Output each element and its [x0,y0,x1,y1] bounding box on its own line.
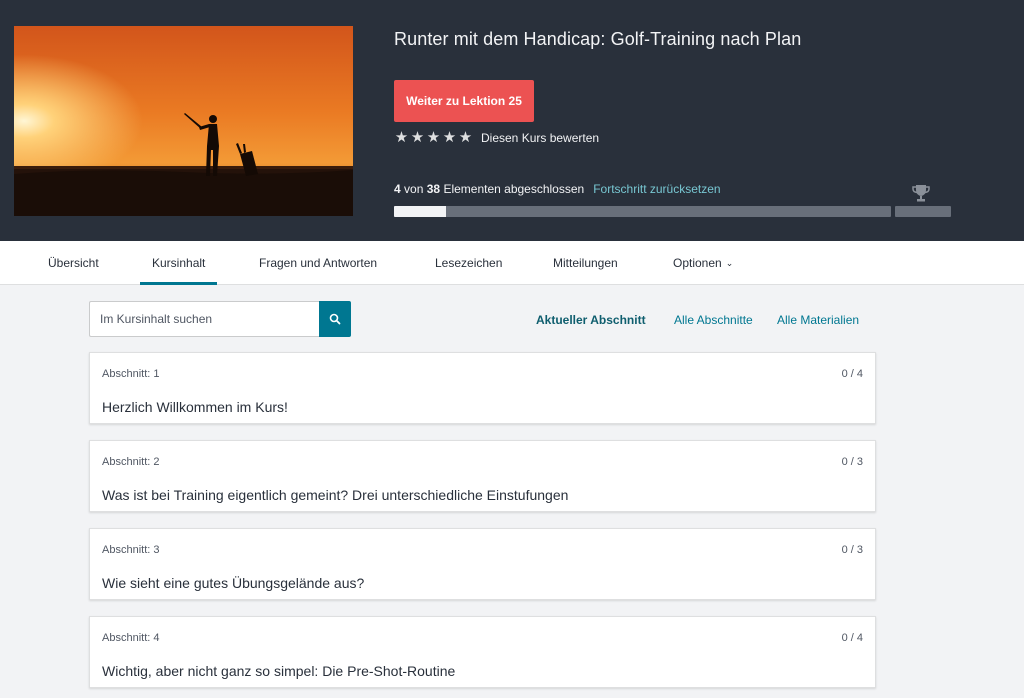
tab-questions-answers[interactable]: Fragen und Antworten [247,241,389,285]
section-card[interactable]: Abschnitt: 3 0 / 3 Wie sieht eine gutes … [89,528,876,600]
progress-count: 4 von 38 Elementen abgeschlossen [394,182,585,196]
continue-lesson-button[interactable]: Weiter zu Lektion 25 [394,80,534,122]
tab-announcements[interactable]: Mitteilungen [541,241,630,285]
reset-progress-link[interactable]: Fortschritt zurücksetzen [593,182,720,196]
search-icon [329,313,341,325]
section-progress-count: 0 / 3 [841,544,863,556]
search-button[interactable] [319,301,351,337]
star-icon[interactable]: ★ [458,129,473,147]
section-number: Abschnitt: 4 [102,632,160,644]
section-number: Abschnitt: 2 [102,456,160,468]
tab-options-label: Optionen [673,256,722,270]
star-icon[interactable]: ★ [394,129,409,147]
filter-all-sections[interactable]: Alle Abschnitte [674,313,753,327]
progress-bar [394,206,891,217]
section-card[interactable]: Abschnitt: 2 0 / 3 Was ist bei Training … [89,440,876,512]
content-search [89,301,351,337]
section-progress-count: 0 / 4 [841,368,863,380]
course-title: Runter mit dem Handicap: Golf-Training n… [394,29,802,49]
section-card[interactable]: Abschnitt: 1 0 / 4 Herzlich Willkommen i… [89,352,876,424]
course-thumbnail [14,26,353,216]
trophy-icon [912,185,930,202]
section-title: Herzlich Willkommen im Kurs! [102,399,288,415]
tab-overview[interactable]: Übersicht [36,241,111,285]
filter-current-section[interactable]: Aktueller Abschnitt [536,313,646,327]
rate-course-label[interactable]: Diesen Kurs bewerten [481,131,599,145]
chevron-down-icon: ⌄ [725,258,734,268]
progress-summary: 4 von 38 Elementen abgeschlossen Fortsch… [394,182,721,196]
progress-bar-fill [394,206,447,217]
section-card[interactable]: Abschnitt: 4 0 / 4 Wichtig, aber nicht g… [89,616,876,688]
tab-options[interactable]: Optionen ⌄ [661,241,745,285]
star-rating[interactable]: ★ ★ ★ ★ ★ [394,129,473,147]
tab-course-content[interactable]: Kursinhalt [140,241,218,285]
section-title: Wie sieht eine gutes Übungsgelände aus? [102,575,365,591]
search-input[interactable] [89,301,319,337]
section-title: Was ist bei Training eigentlich gemeint?… [102,487,569,503]
progress-bar-trophy-segment [895,206,951,217]
section-progress-count: 0 / 3 [841,456,863,468]
section-title: Wichtig, aber nicht ganz so simpel: Die … [102,663,456,679]
course-header: Runter mit dem Handicap: Golf-Training n… [0,0,1024,241]
section-number: Abschnitt: 3 [102,544,160,556]
rate-course[interactable]: ★ ★ ★ ★ ★ Diesen Kurs bewerten [394,129,599,147]
tab-bookmarks[interactable]: Lesezeichen [423,241,514,285]
section-progress-count: 0 / 4 [841,632,863,644]
star-icon[interactable]: ★ [442,129,457,147]
star-icon[interactable]: ★ [426,129,441,147]
star-icon[interactable]: ★ [410,129,425,147]
course-tabs: Übersicht Kursinhalt Fragen und Antworte… [0,241,1024,285]
section-number: Abschnitt: 1 [102,368,160,380]
filter-all-materials[interactable]: Alle Materialien [777,313,859,327]
